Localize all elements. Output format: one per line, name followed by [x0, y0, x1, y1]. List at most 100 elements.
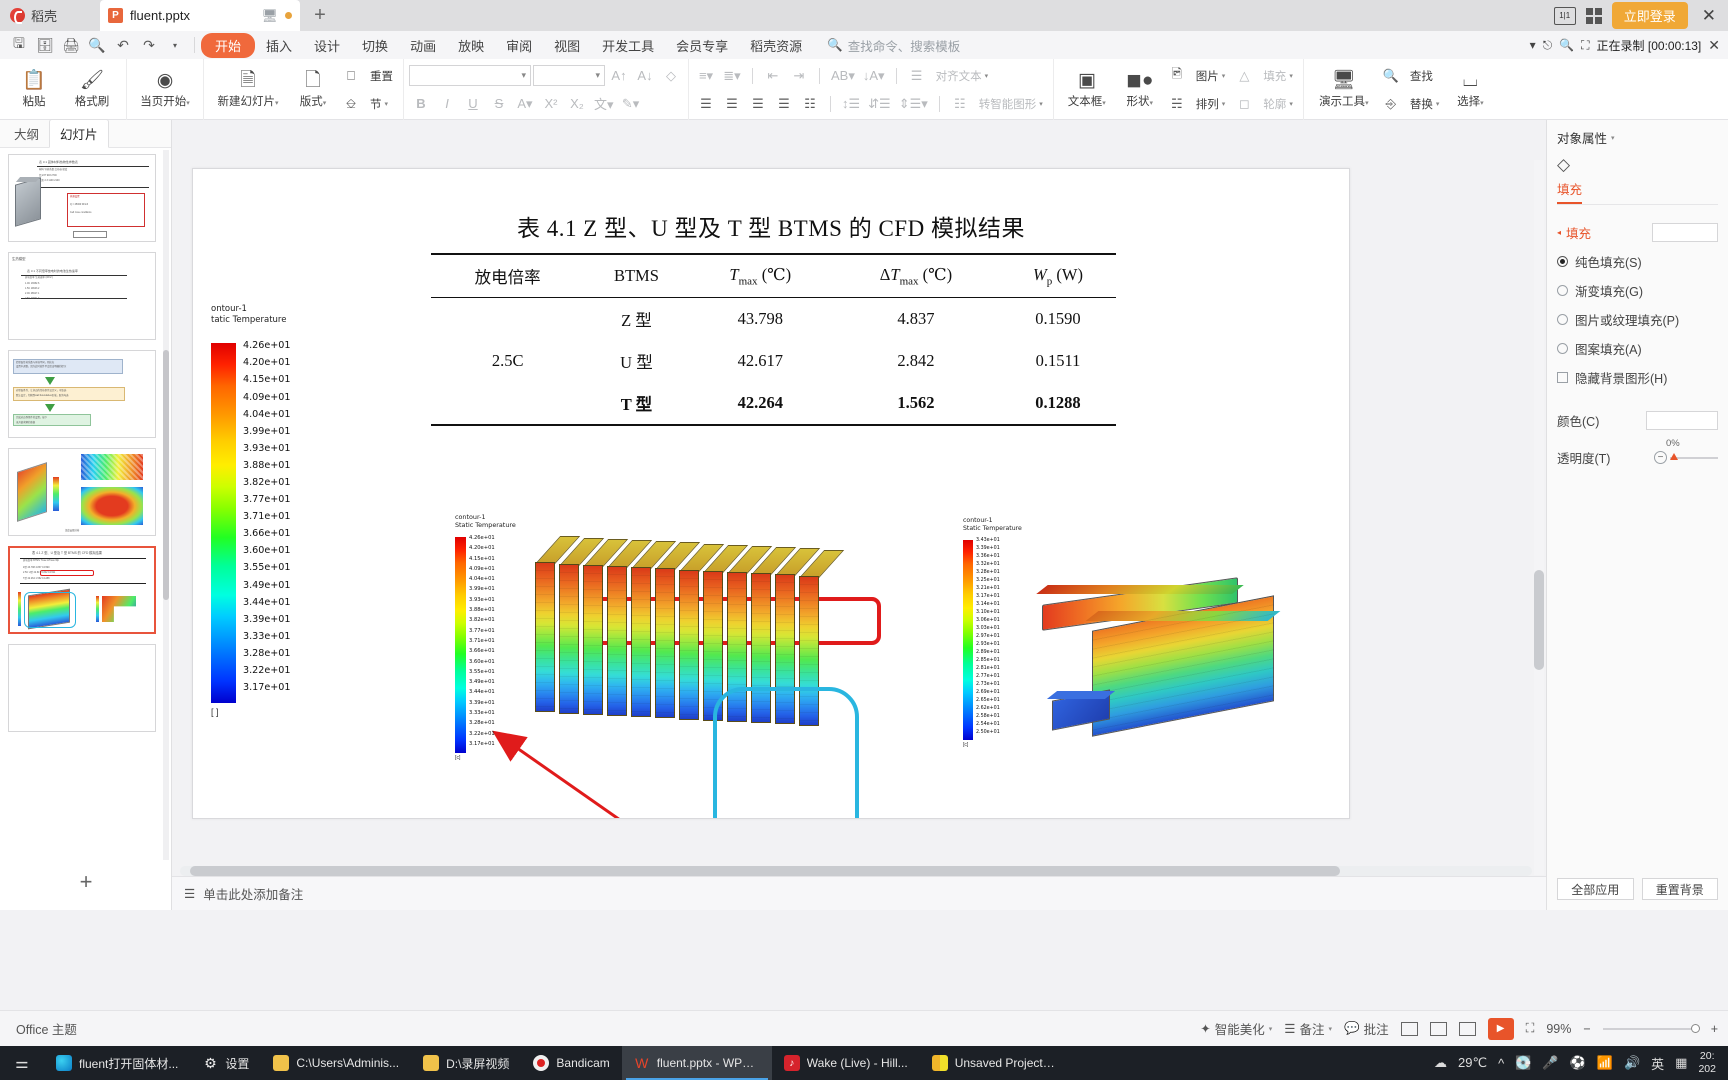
ime-keyboard-icon[interactable]: ▦ [1675, 1055, 1687, 1071]
menu-tab-review[interactable]: 审阅 [495, 33, 543, 58]
textbox-button[interactable]: ▣ 文本框▾ [1059, 61, 1115, 118]
camera-icon[interactable]: ⛶ [1581, 38, 1589, 53]
object-properties-title[interactable]: 对象属性 ▾ [1557, 128, 1718, 147]
distribute-icon[interactable]: ☷ [798, 92, 822, 116]
align-left-icon[interactable]: ☰ [694, 92, 718, 116]
option-solid-fill[interactable]: 纯色填充(S) [1557, 252, 1718, 271]
fill-preview-input[interactable] [1652, 223, 1718, 242]
transparency-slider[interactable]: − 0% [1654, 438, 1718, 464]
highlight-color-icon[interactable]: ✎▾ [619, 92, 643, 116]
convert-smartart-button[interactable]: 转智能图形 ▾ [974, 92, 1048, 116]
tab-outline[interactable]: 大纲 [4, 120, 49, 147]
slide-title[interactable]: 表 4.1 Z 型、U 型及 T 型 BTMS 的 CFD 模拟结果 [193, 209, 1349, 243]
select-button[interactable]: ⌴ 选择▾ [1444, 61, 1496, 118]
slide-sorter-view-icon[interactable] [1429, 1021, 1447, 1036]
start-button[interactable]: ⚌ [0, 1046, 44, 1080]
bold-button[interactable]: B [409, 92, 433, 116]
editor-vertical-scrollbar[interactable] [1534, 160, 1544, 875]
numbered-list-icon[interactable]: ≣▾ [720, 64, 744, 88]
print-preview-icon[interactable]: 🔍 [84, 33, 110, 57]
show-hidden-icons-chevron[interactable]: ^ [1498, 1056, 1504, 1071]
menu-tab-developer[interactable]: 开发工具 [591, 33, 665, 58]
zoom-slider[interactable] [1602, 1023, 1700, 1033]
zoom-icon[interactable]: 🔍 [1559, 38, 1574, 52]
underline-button[interactable]: U [461, 92, 485, 116]
monitor-icon[interactable]: 🖥 [261, 8, 278, 24]
align-right-icon[interactable]: ☰ [746, 92, 770, 116]
clock[interactable]: 20: 202 [1698, 1050, 1722, 1076]
outline-button[interactable]: 轮廓 ▾ [1258, 92, 1298, 116]
tab-fill[interactable]: 填充 [1557, 179, 1583, 204]
grid-view-icon[interactable] [1585, 7, 1602, 24]
transparency-track[interactable] [1670, 452, 1718, 460]
increase-indent-icon[interactable]: ⇥ [787, 64, 811, 88]
reading-view-icon[interactable] [1458, 1021, 1476, 1036]
tab-home-docer[interactable]: 稻壳 [0, 0, 100, 31]
thumbnail-slide-3[interactable]: 若壁面传热系数与环境不同，则应在 设置中调整，因为此时软件不会给出明确的提示 对… [8, 350, 156, 438]
paste-button[interactable]: 📋 粘贴 [5, 61, 63, 118]
menu-tab-design[interactable]: 设计 [303, 33, 351, 58]
chevron-down-icon[interactable]: ▾ [1530, 38, 1536, 52]
safety-icon[interactable]: ⚽ [1570, 1055, 1586, 1071]
notes-button[interactable]: ☰ 备注 ▾ [1284, 1019, 1332, 1038]
subscript-icon[interactable]: X₂ [565, 92, 589, 116]
picture-button[interactable]: 图片 ▾ [1191, 64, 1231, 88]
fill-button[interactable]: 填充 ▾ [1258, 64, 1298, 88]
login-button[interactable]: 立即登录 [1611, 2, 1688, 29]
undo-icon[interactable]: ↶ [110, 33, 136, 57]
volume-icon[interactable]: 🔊 [1624, 1055, 1640, 1071]
taskbar-item-users-folder[interactable]: C:\Users\Adminis... [261, 1046, 411, 1080]
italic-button[interactable]: I [435, 92, 459, 116]
line-height-icon[interactable]: ⇕☰▾ [896, 92, 931, 116]
find-button[interactable]: 查找 [1405, 64, 1438, 88]
bullet-list-icon[interactable]: ≡▾ [694, 64, 718, 88]
arrange-button[interactable]: 排列 ▾ [1191, 92, 1231, 116]
option-picture-texture-fill[interactable]: 图片或纹理填充(P) [1557, 310, 1718, 329]
close-recording-icon[interactable]: ✕ [1708, 37, 1720, 54]
comments-button[interactable]: 💬 批注 [1344, 1019, 1389, 1038]
usb-icon[interactable]: 💽 [1515, 1055, 1531, 1071]
microphone-icon[interactable]: 🎤 [1542, 1055, 1558, 1071]
section-button[interactable]: 节 ▾ [365, 92, 393, 116]
thumbnail-slide-4[interactable]: 温度云图分析 [8, 448, 156, 536]
taskbar-item-wps[interactable]: W fluent.pptx - WPS... [621, 1046, 772, 1080]
option-hide-bg-graphics[interactable]: 隐藏背景图形(H) [1557, 368, 1718, 387]
tpack-contour-figure[interactable] [1036, 549, 1288, 769]
strikethrough-button[interactable]: S [487, 92, 511, 116]
text-direction-icon[interactable]: AB▾ [828, 64, 858, 88]
thumbnail-slide-5[interactable]: 表 4.1 Z 型、U 型及 T 型 BTMS 的 CFD 模拟结果 放电倍率 … [8, 546, 156, 634]
taskbar-item-video-folder[interactable]: D:\录屏视频 [411, 1046, 521, 1080]
menu-tab-view[interactable]: 视图 [543, 33, 591, 58]
minus-icon[interactable]: − [1654, 451, 1667, 464]
radio-pattern-fill[interactable] [1557, 343, 1568, 354]
color-picker[interactable] [1646, 411, 1718, 430]
cfd-results-table[interactable]: 放电倍率 BTMS Tmax (℃) ΔTmax (℃) Wp (W) 2.5C… [431, 253, 1116, 426]
thumbnail-slide-1[interactable]: 表 3.1 固体材料热物性参数表 材料 导热系数 比热容 密度 铝 237 90… [8, 154, 156, 242]
menu-tab-insert[interactable]: 插入 [255, 33, 303, 58]
decrease-font-size-icon[interactable]: A↓ [633, 64, 657, 88]
save-as-icon[interactable]: 🗄 [32, 33, 58, 57]
radio-solid-fill[interactable] [1557, 256, 1568, 267]
menu-tab-slideshow[interactable]: 放映 [447, 33, 495, 58]
blue-highlight-box[interactable] [713, 687, 859, 818]
menu-tab-start[interactable]: 开始 [201, 32, 256, 58]
new-tab-button[interactable]: + [300, 0, 340, 31]
beautify-button[interactable]: ✦ 智能美化 ▾ [1200, 1019, 1272, 1038]
justify-icon[interactable]: ☰ [772, 92, 796, 116]
menu-tab-docer[interactable]: 稻壳资源 [739, 33, 813, 58]
start-slideshow-button[interactable]: ▶ [1487, 1017, 1514, 1040]
reset-button[interactable]: 重置 [365, 64, 398, 88]
text-effect-icon[interactable]: 文▾ [591, 92, 617, 116]
command-search[interactable]: 🔍 查找命令、搜索模板 [827, 36, 960, 55]
font-color-icon[interactable]: A▾ [513, 92, 537, 116]
tab-document-fluent[interactable]: P fluent.pptx 🖥 [100, 0, 300, 31]
menu-tab-member[interactable]: 会员专享 [665, 33, 739, 58]
font-name-input[interactable]: ▾ [409, 65, 531, 86]
taskbar-item-settings[interactable]: ⚙ 设置 [190, 1046, 261, 1080]
normal-view-icon[interactable] [1400, 1021, 1418, 1036]
save-icon[interactable]: 🖫 [6, 33, 32, 57]
fit-slide-icon[interactable]: ⛶ [1526, 1021, 1535, 1036]
zoom-in-button[interactable]: + [1711, 1022, 1718, 1036]
notes-bar[interactable]: ☰ 单击此处添加备注 [172, 876, 1546, 910]
start-from-current-button[interactable]: ◉ 当页开始▾ [132, 61, 198, 118]
